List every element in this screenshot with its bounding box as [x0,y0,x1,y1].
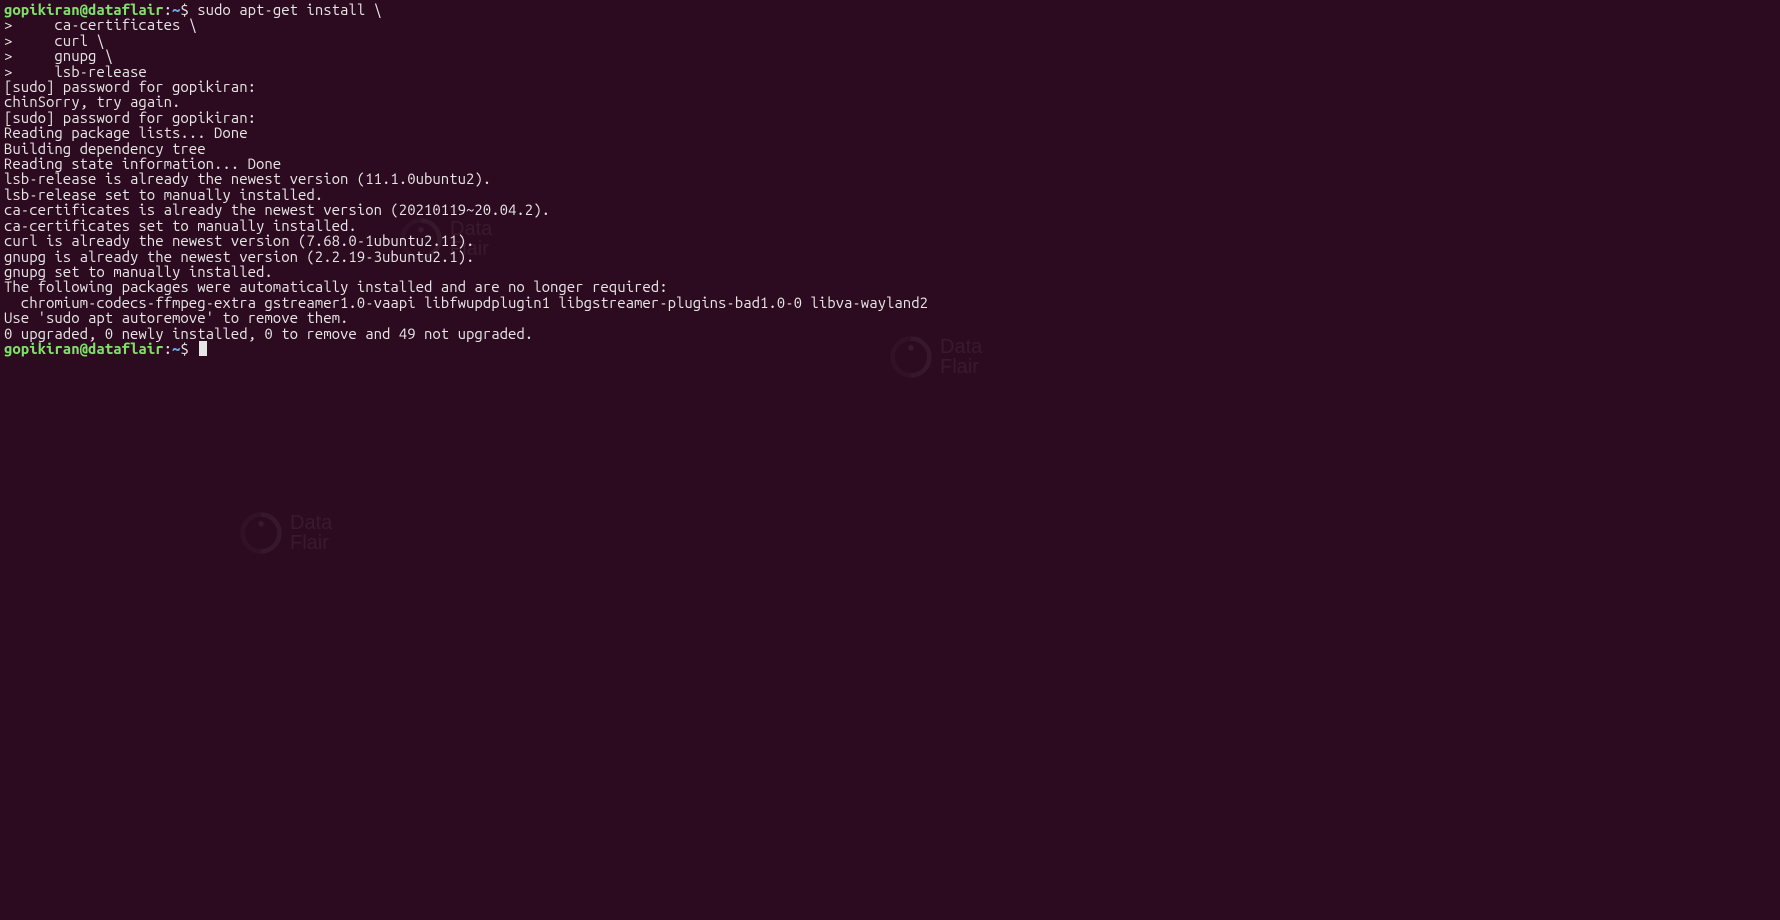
terminal-line: Reading state information... Done [4,156,1776,171]
terminal-line: ca-certificates is already the newest ve… [4,202,1776,217]
command-text: sudo apt-get install \ [197,1,382,18]
terminal-line: lsb-release is already the newest versio… [4,171,1776,186]
terminal-line: gopikiran@dataflair:~$ sudo apt-get inst… [4,2,1776,17]
terminal-line: Reading package lists... Done [4,125,1776,140]
terminal-line: Use 'sudo apt autoremove' to remove them… [4,310,1776,325]
terminal-line: 0 upgraded, 0 newly installed, 0 to remo… [4,326,1776,341]
prompt-separator: : [164,340,172,357]
terminal-output-area[interactable]: gopikiran@dataflair:~$ sudo apt-get inst… [0,0,1780,358]
terminal-line: chinSorry, try again. [4,94,1776,109]
watermark-text-top: Data [290,513,332,533]
prompt-user-host: gopikiran@dataflair [4,340,164,357]
terminal-line: Building dependency tree [4,141,1776,156]
terminal-line: > lsb-release [4,64,1776,79]
terminal-line: ca-certificates set to manually installe… [4,218,1776,233]
terminal-line: > ca-certificates \ [4,17,1776,32]
terminal-line: curl is already the newest version (7.68… [4,233,1776,248]
terminal-line: The following packages were automaticall… [4,279,1776,294]
watermark-text-bottom: Flair [290,533,332,553]
terminal-line: > curl \ [4,33,1776,48]
terminal-line: lsb-release set to manually installed. [4,187,1776,202]
cursor[interactable] [199,341,207,356]
terminal-line: chromium-codecs-ffmpeg-extra gstreamer1.… [4,295,1776,310]
terminal-line: [sudo] password for gopikiran: [4,79,1776,94]
prompt-symbol: $ [180,340,197,357]
terminal-line: gopikiran@dataflair:~$ [4,341,1776,356]
terminal-line: > gnupg \ [4,48,1776,63]
watermark-icon: Data Flair [238,510,332,556]
terminal-line: gnupg is already the newest version (2.2… [4,249,1776,264]
watermark-text-bottom: Flair [940,357,982,377]
terminal-line: gnupg set to manually installed. [4,264,1776,279]
terminal-line: [sudo] password for gopikiran: [4,110,1776,125]
